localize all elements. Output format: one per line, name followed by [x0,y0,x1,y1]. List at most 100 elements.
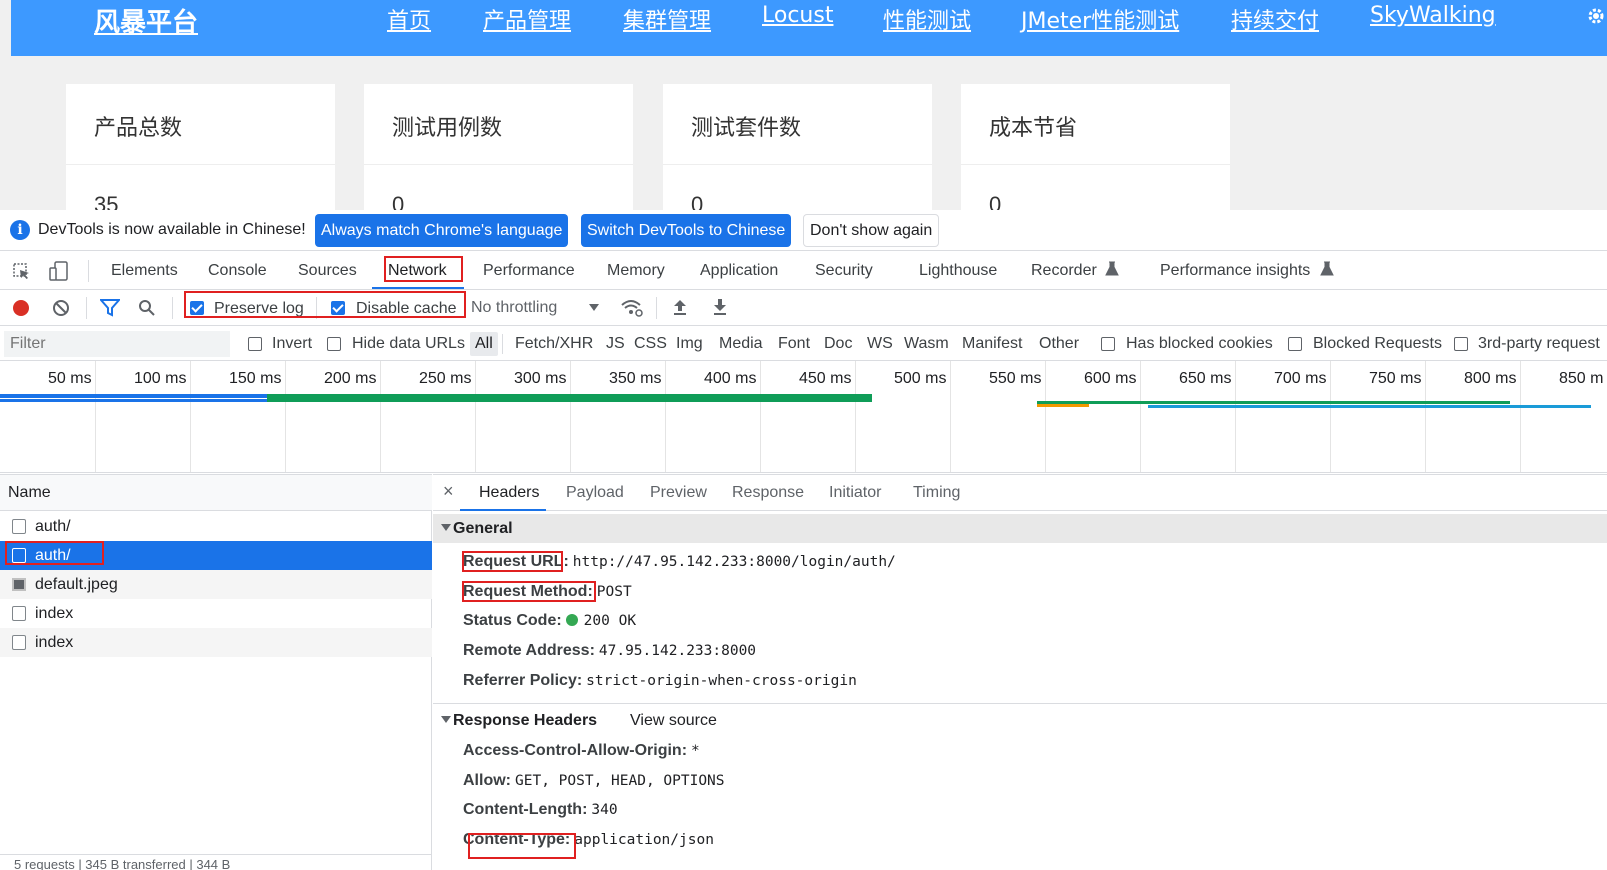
filter-icon[interactable] [100,299,120,317]
header-value[interactable]: strict-origin-when-cross-origin [586,673,857,689]
tab-sources[interactable]: Sources [298,262,357,280]
has-blocked-cookies-label[interactable]: Has blocked cookies [1126,335,1273,353]
tab-performance-insights[interactable]: Performance insights [1160,262,1310,280]
nav-link-ci-cd[interactable]: 持续交付 [1231,3,1319,35]
request-row-selected[interactable]: auth/ [0,541,432,570]
stat-card-savings: 成本节省 0 [961,84,1230,210]
nav-link-home[interactable]: 首页 [387,3,431,35]
inspect-element-icon[interactable] [12,262,32,282]
nav-link-perf-test[interactable]: 性能测试 [883,3,971,35]
response-row-acao: Access-Control-Allow-Origin: * [463,742,700,759]
filter-input[interactable] [4,331,230,357]
device-toolbar-icon[interactable] [48,260,70,282]
export-har-icon[interactable] [712,298,728,316]
tab-security[interactable]: Security [815,262,873,280]
general-section-header[interactable]: General [433,514,1607,543]
timeline-gridline [95,361,96,472]
third-party-requests-checkbox[interactable] [1454,337,1468,351]
settings-gear-icon[interactable] [1586,6,1606,26]
nav-link-jmeter[interactable]: JMeter性能测试 [1021,3,1179,35]
column-header-name[interactable]: Name [8,484,51,502]
request-list-header[interactable]: Name [0,474,432,511]
disable-cache-checkbox[interactable] [331,301,345,315]
tab-initiator[interactable]: Initiator [829,484,881,502]
tab-preview[interactable]: Preview [650,484,707,502]
filter-type-fetch-xhr[interactable]: Fetch/XHR [515,335,593,353]
invert-label[interactable]: Invert [272,335,312,353]
tab-application[interactable]: Application [700,262,778,280]
filter-type-wasm[interactable]: Wasm [904,335,949,353]
filter-type-img[interactable]: Img [676,335,703,353]
throttling-select[interactable]: No throttling [471,299,557,317]
nav-link-clusters[interactable]: 集群管理 [623,3,711,35]
blocked-requests-label[interactable]: Blocked Requests [1313,335,1442,353]
header-value[interactable]: 200 OK [584,613,636,629]
tab-elements[interactable]: Elements [111,262,178,280]
filter-type-all[interactable]: All [470,332,498,356]
header-value[interactable]: * [691,743,700,759]
tab-memory[interactable]: Memory [607,262,665,280]
infobar-message: DevTools is now available in Chinese! [38,221,306,238]
filter-type-ws[interactable]: WS [867,335,893,353]
header-value[interactable]: GET, POST, HEAD, OPTIONS [515,773,725,789]
network-conditions-icon[interactable] [620,298,644,318]
tab-headers[interactable]: Headers [479,484,539,502]
tab-network[interactable]: Network [388,262,447,280]
timeline-bar-request [1148,405,1591,408]
third-party-requests-label[interactable]: 3rd-party request [1478,335,1600,353]
blocked-requests-checkbox[interactable] [1288,337,1302,351]
nav-link-locust[interactable]: Locust [762,3,833,28]
import-har-icon[interactable] [672,298,688,316]
request-row[interactable]: auth/ [0,512,432,541]
filter-type-js[interactable]: JS [606,335,625,353]
chevron-down-icon[interactable] [589,304,599,312]
preserve-log-checkbox[interactable] [190,301,204,315]
tab-response[interactable]: Response [732,484,804,502]
record-icon[interactable] [12,299,30,317]
always-match-language-button[interactable]: Always match Chrome's language [315,214,569,247]
tab-console[interactable]: Console [208,262,267,280]
filter-separator [502,334,503,354]
tab-recorder[interactable]: Recorder [1031,262,1097,280]
search-icon[interactable] [138,299,156,317]
nav-link-products[interactable]: 产品管理 [483,3,571,35]
site-brand[interactable]: 风暴平台 [94,2,198,39]
invert-checkbox[interactable] [248,337,262,351]
tab-payload[interactable]: Payload [566,484,624,502]
card-title: 测试用例数 [392,116,503,141]
nav-link-skywalking[interactable]: SkyWalking [1370,3,1496,28]
tab-lighthouse[interactable]: Lighthouse [919,262,997,280]
preserve-log-label[interactable]: Preserve log [214,300,304,318]
tab-performance[interactable]: Performance [483,262,575,280]
dont-show-again-button[interactable]: Don't show again [803,214,940,247]
header-value[interactable]: POST [597,584,632,600]
timeline-gridline [380,361,381,472]
filter-type-doc[interactable]: Doc [824,335,852,353]
header-value[interactable]: http://47.95.142.233:8000/login/auth/ [573,554,896,570]
view-source-link[interactable]: View source [630,712,717,730]
card-value: 0 [989,192,1002,210]
filter-type-manifest[interactable]: Manifest [962,335,1022,353]
filter-type-css[interactable]: CSS [634,335,667,353]
switch-to-chinese-button[interactable]: Switch DevTools to Chinese [581,214,792,247]
filter-type-media[interactable]: Media [719,335,763,353]
close-icon[interactable]: × [443,481,454,502]
clear-icon[interactable] [52,299,70,317]
request-row[interactable]: default.jpeg [0,570,432,599]
filter-type-other[interactable]: Other [1039,335,1079,353]
request-row[interactable]: index [0,599,432,628]
hide-data-urls-label[interactable]: Hide data URLs [352,335,465,353]
request-row[interactable]: index [0,628,432,657]
response-headers-section-header[interactable]: Response Headers View source [433,706,1607,735]
header-value[interactable]: application/json [574,832,714,848]
disable-cache-label[interactable]: Disable cache [356,300,457,318]
hide-data-urls-checkbox[interactable] [327,337,341,351]
card-divider [66,164,335,165]
header-key: Status Code [463,612,557,629]
has-blocked-cookies-checkbox[interactable] [1101,337,1115,351]
filter-type-font[interactable]: Font [778,335,810,353]
header-value[interactable]: 340 [591,802,617,818]
header-value[interactable]: 47.95.142.233:8000 [599,643,756,659]
network-overview-timeline[interactable]: 50 ms 100 ms 150 ms 200 ms 250 ms 300 ms… [0,361,1607,473]
tab-timing[interactable]: Timing [913,484,960,502]
